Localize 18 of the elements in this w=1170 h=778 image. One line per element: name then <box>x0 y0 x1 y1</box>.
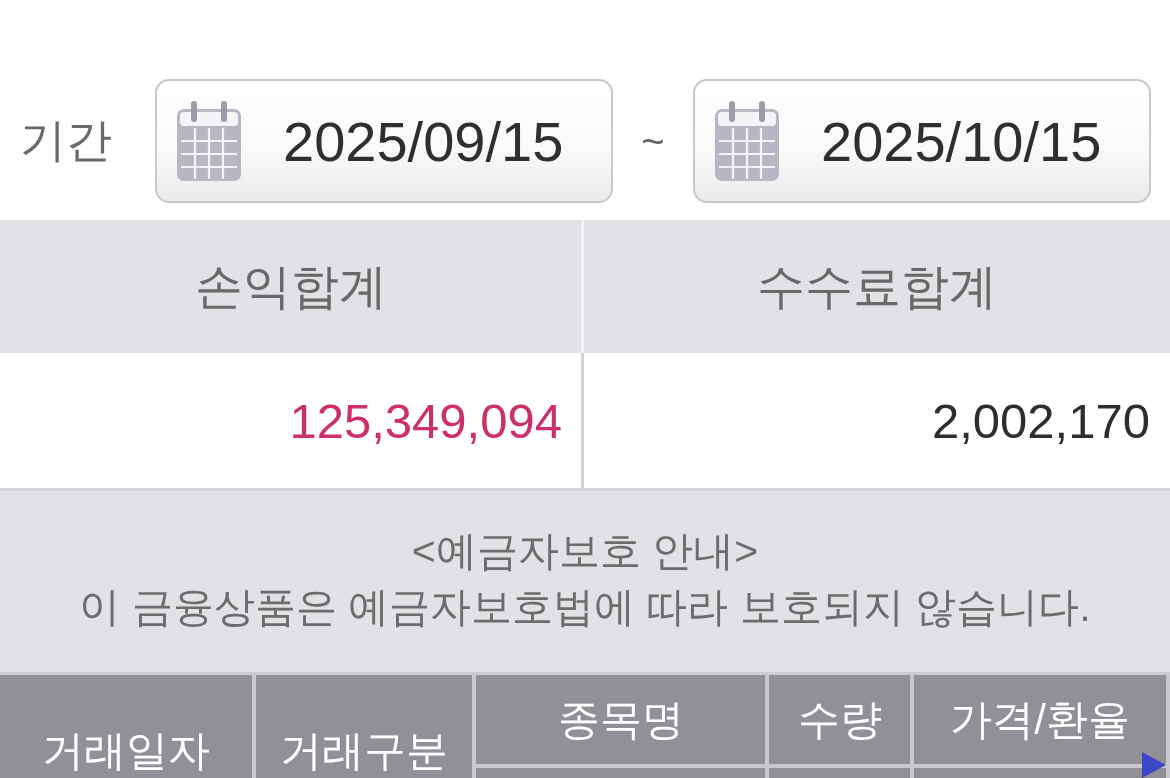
column-header: 종목명 <box>557 694 684 745</box>
date-field[interactable]: 2025/10/15 <box>693 79 1151 203</box>
summary-label: 수수료합계 <box>757 258 997 315</box>
notice-text: 이 금융상품은 예금자보호법에 따라 보호되지 않습니다. <box>79 582 1091 632</box>
calendar-icon <box>715 101 779 181</box>
total-value: 2,002,170 <box>932 392 1150 449</box>
column-header: 수량 <box>797 694 882 745</box>
date-field[interactable]: 2025/09/15 <box>155 79 613 203</box>
period-label: 기간 <box>20 114 112 166</box>
column-header: 거래구분 <box>280 726 448 776</box>
column-header: 거래일자 <box>42 726 210 776</box>
summary-label: 손익합계 <box>194 258 387 315</box>
calendar-icon <box>177 101 241 181</box>
right-triangle-icon[interactable] <box>1142 752 1166 778</box>
total-value: 125,349,094 <box>289 392 562 449</box>
column-header: 가격/환율 <box>950 694 1130 745</box>
notice-title: <예금자보호 안내> <box>411 526 759 576</box>
range-separator: ~ <box>641 118 665 164</box>
